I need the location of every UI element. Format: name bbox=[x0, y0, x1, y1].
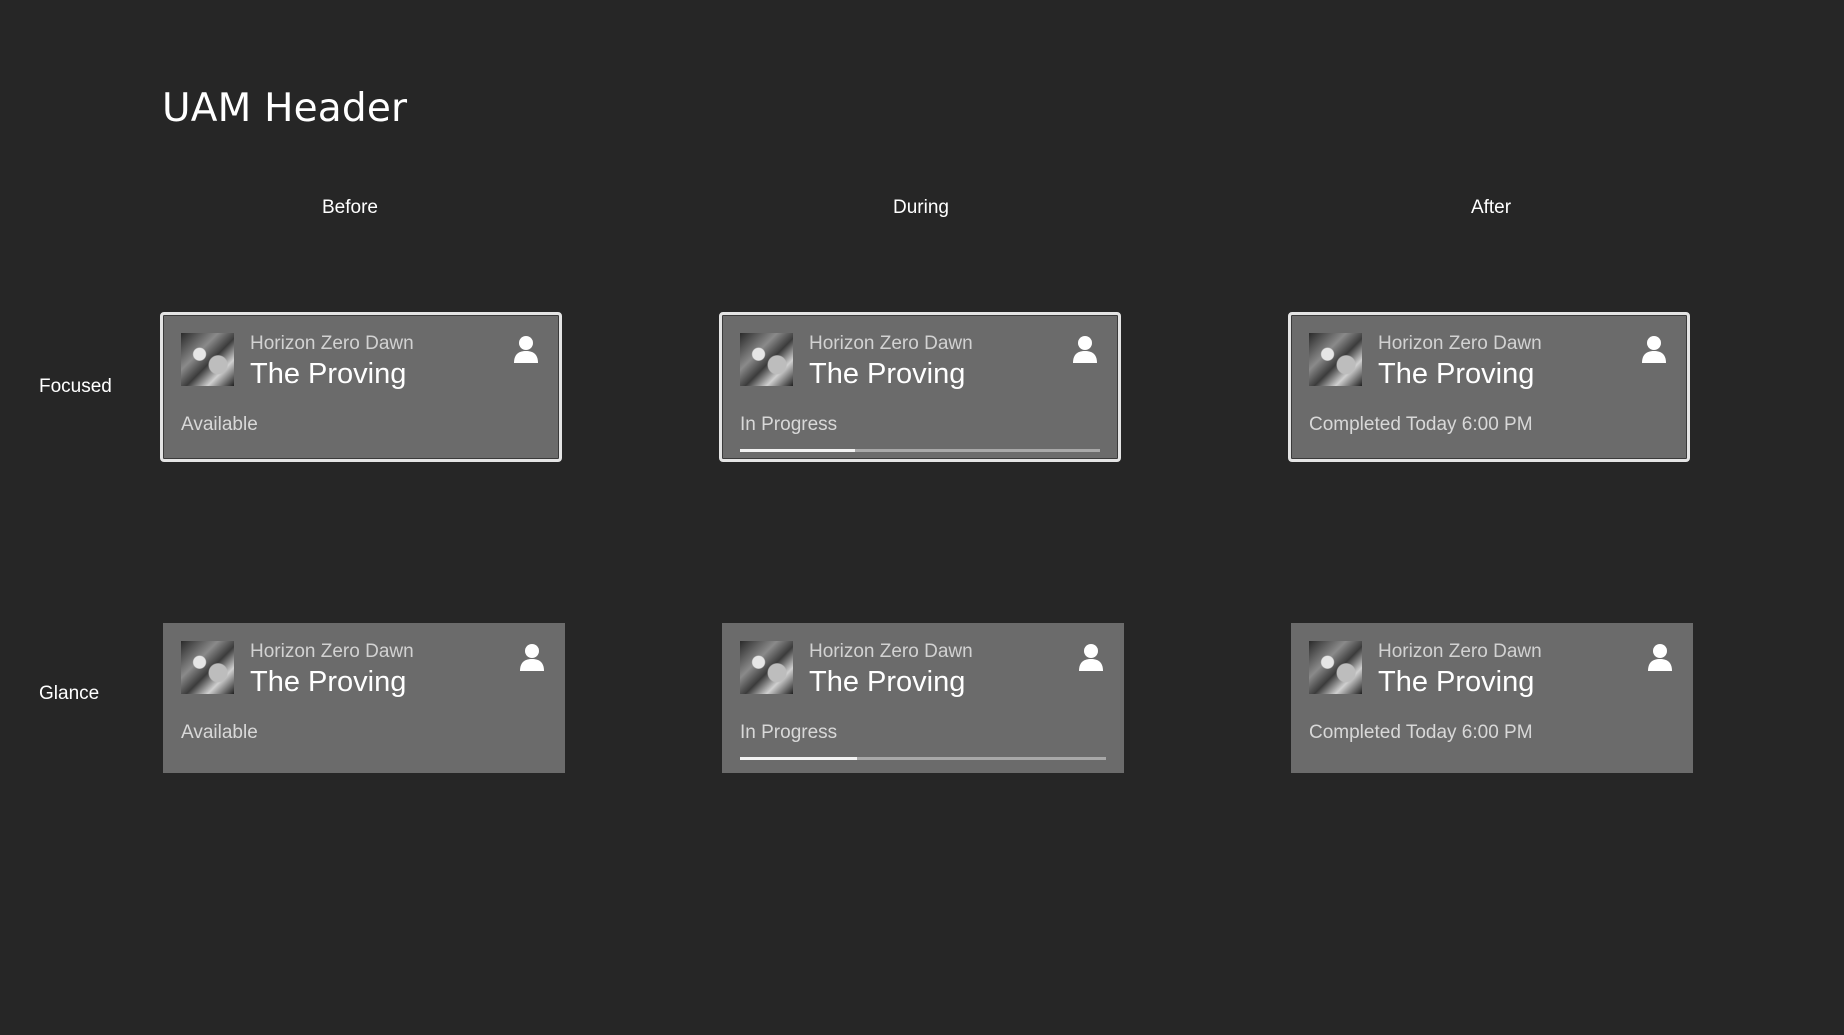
uam-header-spec-page: UAM Header Before During After Focused G… bbox=[0, 0, 1844, 1035]
game-title: Horizon Zero Dawn bbox=[250, 333, 414, 354]
activity-status: In Progress bbox=[740, 722, 838, 743]
game-title: Horizon Zero Dawn bbox=[809, 333, 973, 354]
person-icon bbox=[513, 335, 539, 363]
activity-status: Available bbox=[181, 722, 258, 743]
column-label-before: Before bbox=[322, 197, 378, 218]
row-label-focused: Focused bbox=[39, 376, 112, 397]
activity-title: The Proving bbox=[809, 358, 966, 390]
progress-bar bbox=[740, 449, 1100, 452]
person-icon bbox=[1078, 643, 1104, 671]
row-label-glance: Glance bbox=[39, 683, 100, 704]
game-art-thumbnail bbox=[181, 333, 234, 386]
activity-card-focused-after[interactable]: Horizon Zero Dawn The Proving Completed … bbox=[1288, 312, 1690, 462]
activity-card-focused-before[interactable]: Horizon Zero Dawn The Proving Available bbox=[160, 312, 562, 462]
activity-card-focused-during[interactable]: Horizon Zero Dawn The Proving In Progres… bbox=[719, 312, 1121, 462]
game-art-thumbnail bbox=[1309, 641, 1362, 694]
activity-title: The Proving bbox=[250, 666, 407, 698]
column-label-during: During bbox=[893, 197, 949, 218]
activity-card-glance-after[interactable]: Horizon Zero Dawn The Proving Completed … bbox=[1291, 623, 1693, 773]
activity-status: Completed Today 6:00 PM bbox=[1309, 414, 1533, 435]
game-art-thumbnail bbox=[1309, 333, 1362, 386]
activity-title: The Proving bbox=[250, 358, 407, 390]
progress-bar-fill bbox=[740, 757, 858, 760]
person-icon bbox=[1641, 335, 1667, 363]
game-title: Horizon Zero Dawn bbox=[809, 641, 973, 662]
activity-card-glance-during[interactable]: Horizon Zero Dawn The Proving In Progres… bbox=[722, 623, 1124, 773]
person-icon bbox=[1647, 643, 1673, 671]
activity-status: In Progress bbox=[740, 414, 838, 435]
game-title: Horizon Zero Dawn bbox=[1378, 333, 1542, 354]
person-icon bbox=[519, 643, 545, 671]
game-art-thumbnail bbox=[740, 641, 793, 694]
activity-status: Completed Today 6:00 PM bbox=[1309, 722, 1533, 743]
page-title: UAM Header bbox=[162, 86, 408, 131]
activity-card-glance-before[interactable]: Horizon Zero Dawn The Proving Available bbox=[163, 623, 565, 773]
activity-status: Available bbox=[181, 414, 258, 435]
person-icon bbox=[1072, 335, 1098, 363]
game-art-thumbnail bbox=[181, 641, 234, 694]
game-title: Horizon Zero Dawn bbox=[1378, 641, 1542, 662]
activity-title: The Proving bbox=[1378, 666, 1535, 698]
column-label-after: After bbox=[1470, 197, 1512, 218]
activity-title: The Proving bbox=[809, 666, 966, 698]
game-art-thumbnail bbox=[740, 333, 793, 386]
game-title: Horizon Zero Dawn bbox=[250, 641, 414, 662]
progress-bar-fill bbox=[740, 449, 856, 452]
activity-title: The Proving bbox=[1378, 358, 1535, 390]
progress-bar bbox=[740, 757, 1106, 760]
